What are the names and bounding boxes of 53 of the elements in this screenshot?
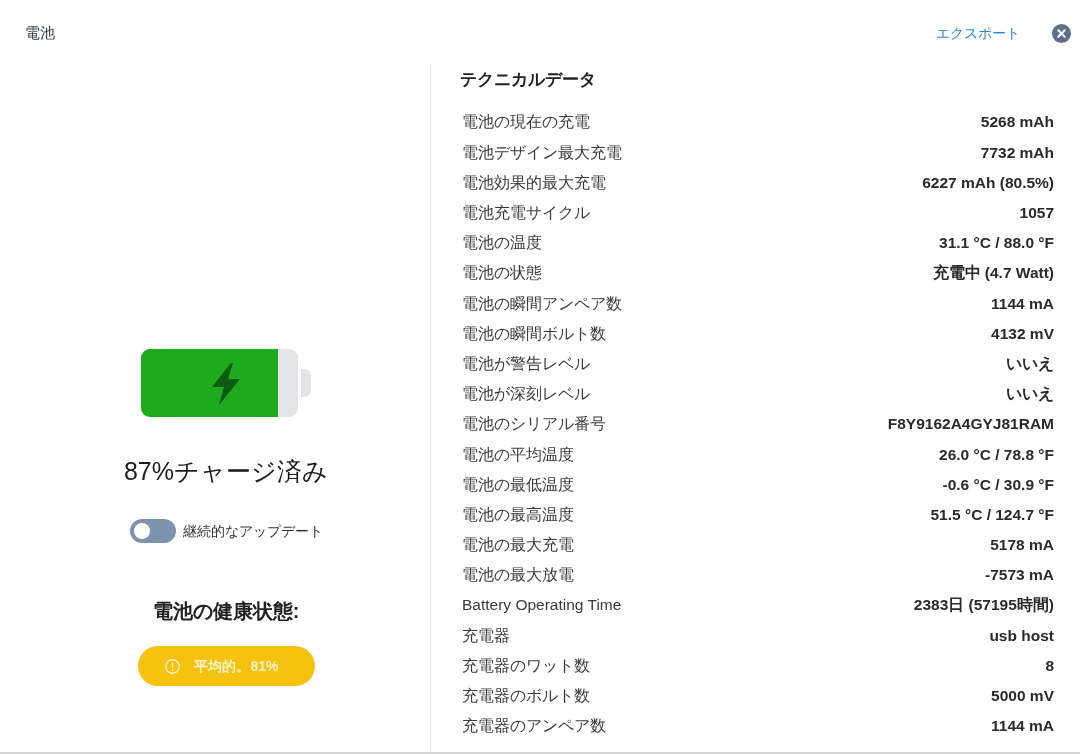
data-label: 電池の最大放電 bbox=[462, 565, 574, 586]
data-label: 電池デザイン最大充電 bbox=[462, 142, 622, 163]
data-label: 充電器 bbox=[462, 625, 510, 646]
data-label: 電池の最高温度 bbox=[462, 504, 574, 525]
data-label: 電池の瞬間アンペア数 bbox=[462, 293, 622, 314]
data-value: -0.6 °C / 30.9 °F bbox=[942, 474, 1054, 495]
data-value: 7732 mAh bbox=[980, 142, 1054, 163]
data-value: 1057 bbox=[1019, 203, 1054, 224]
data-value: 充電中 (4.7 Watt) bbox=[932, 263, 1054, 284]
toggle-switch[interactable] bbox=[129, 519, 176, 543]
health-status-text: 平均的。81% bbox=[194, 656, 279, 676]
data-value: 6227 mAh (80.5%) bbox=[922, 172, 1054, 193]
data-value: いいえ bbox=[1006, 384, 1054, 405]
data-value: 31.1 °C / 88.0 °F bbox=[939, 233, 1054, 254]
data-value: 26.0 °C / 78.8 °F bbox=[939, 444, 1054, 465]
data-label: 電池の最大充電 bbox=[462, 535, 574, 556]
data-label: 電池の瞬間ボルト数 bbox=[462, 323, 606, 344]
data-value: 1144 mA bbox=[991, 716, 1054, 737]
info-icon bbox=[165, 658, 181, 674]
data-value: -7573 mA bbox=[985, 565, 1054, 586]
data-label: 電池の現在の充電 bbox=[462, 112, 590, 133]
data-label: 電池が警告レベル bbox=[462, 353, 590, 374]
section-heading: テクニカルデータ bbox=[460, 69, 597, 91]
data-value: 5268 mAh bbox=[980, 112, 1054, 133]
data-value: 5178 mA bbox=[990, 535, 1054, 556]
data-label: 電池の平均温度 bbox=[462, 444, 574, 465]
data-value: 8 bbox=[1045, 655, 1054, 676]
health-heading: 電池の健康状態: bbox=[152, 599, 300, 624]
toggle-label: 継続的なアップデート bbox=[182, 521, 323, 541]
data-value: usb host bbox=[989, 625, 1054, 646]
data-label: 電池が深刻レベル bbox=[462, 384, 590, 405]
window-title: 電池 bbox=[25, 22, 55, 43]
data-value: 1144 mA bbox=[991, 293, 1054, 314]
export-link[interactable]: エクスポート bbox=[936, 22, 1020, 44]
data-value: 51.5 °C / 124.7 °F bbox=[930, 504, 1054, 525]
close-icon[interactable] bbox=[1052, 23, 1071, 43]
battery-icon bbox=[141, 349, 311, 417]
data-label: 電池の最低温度 bbox=[462, 474, 574, 495]
data-label: 電池効果的最大充電 bbox=[462, 172, 606, 193]
data-label: 電池充電サイクル bbox=[462, 203, 590, 224]
data-value: 2383日 (57195時間) bbox=[913, 595, 1054, 616]
data-value: 5000 mV bbox=[991, 686, 1054, 707]
data-label: 充電器のボルト数 bbox=[462, 686, 590, 707]
data-value: F8Y9162A4GYJ81RAM bbox=[887, 414, 1054, 435]
charge-status-text: 87%チャージ済み bbox=[123, 456, 328, 486]
data-label: Battery Operating Time bbox=[462, 595, 622, 616]
data-value: いいえ bbox=[1006, 353, 1054, 374]
data-label: 電池の状態 bbox=[462, 263, 542, 284]
data-label: 電池のシリアル番号 bbox=[462, 414, 606, 435]
data-value: 4132 mV bbox=[991, 323, 1054, 344]
data-label: 充電器のワット数 bbox=[462, 655, 590, 676]
data-label: 充電器のアンペア数 bbox=[462, 716, 606, 737]
data-label: 電池の温度 bbox=[462, 233, 542, 254]
